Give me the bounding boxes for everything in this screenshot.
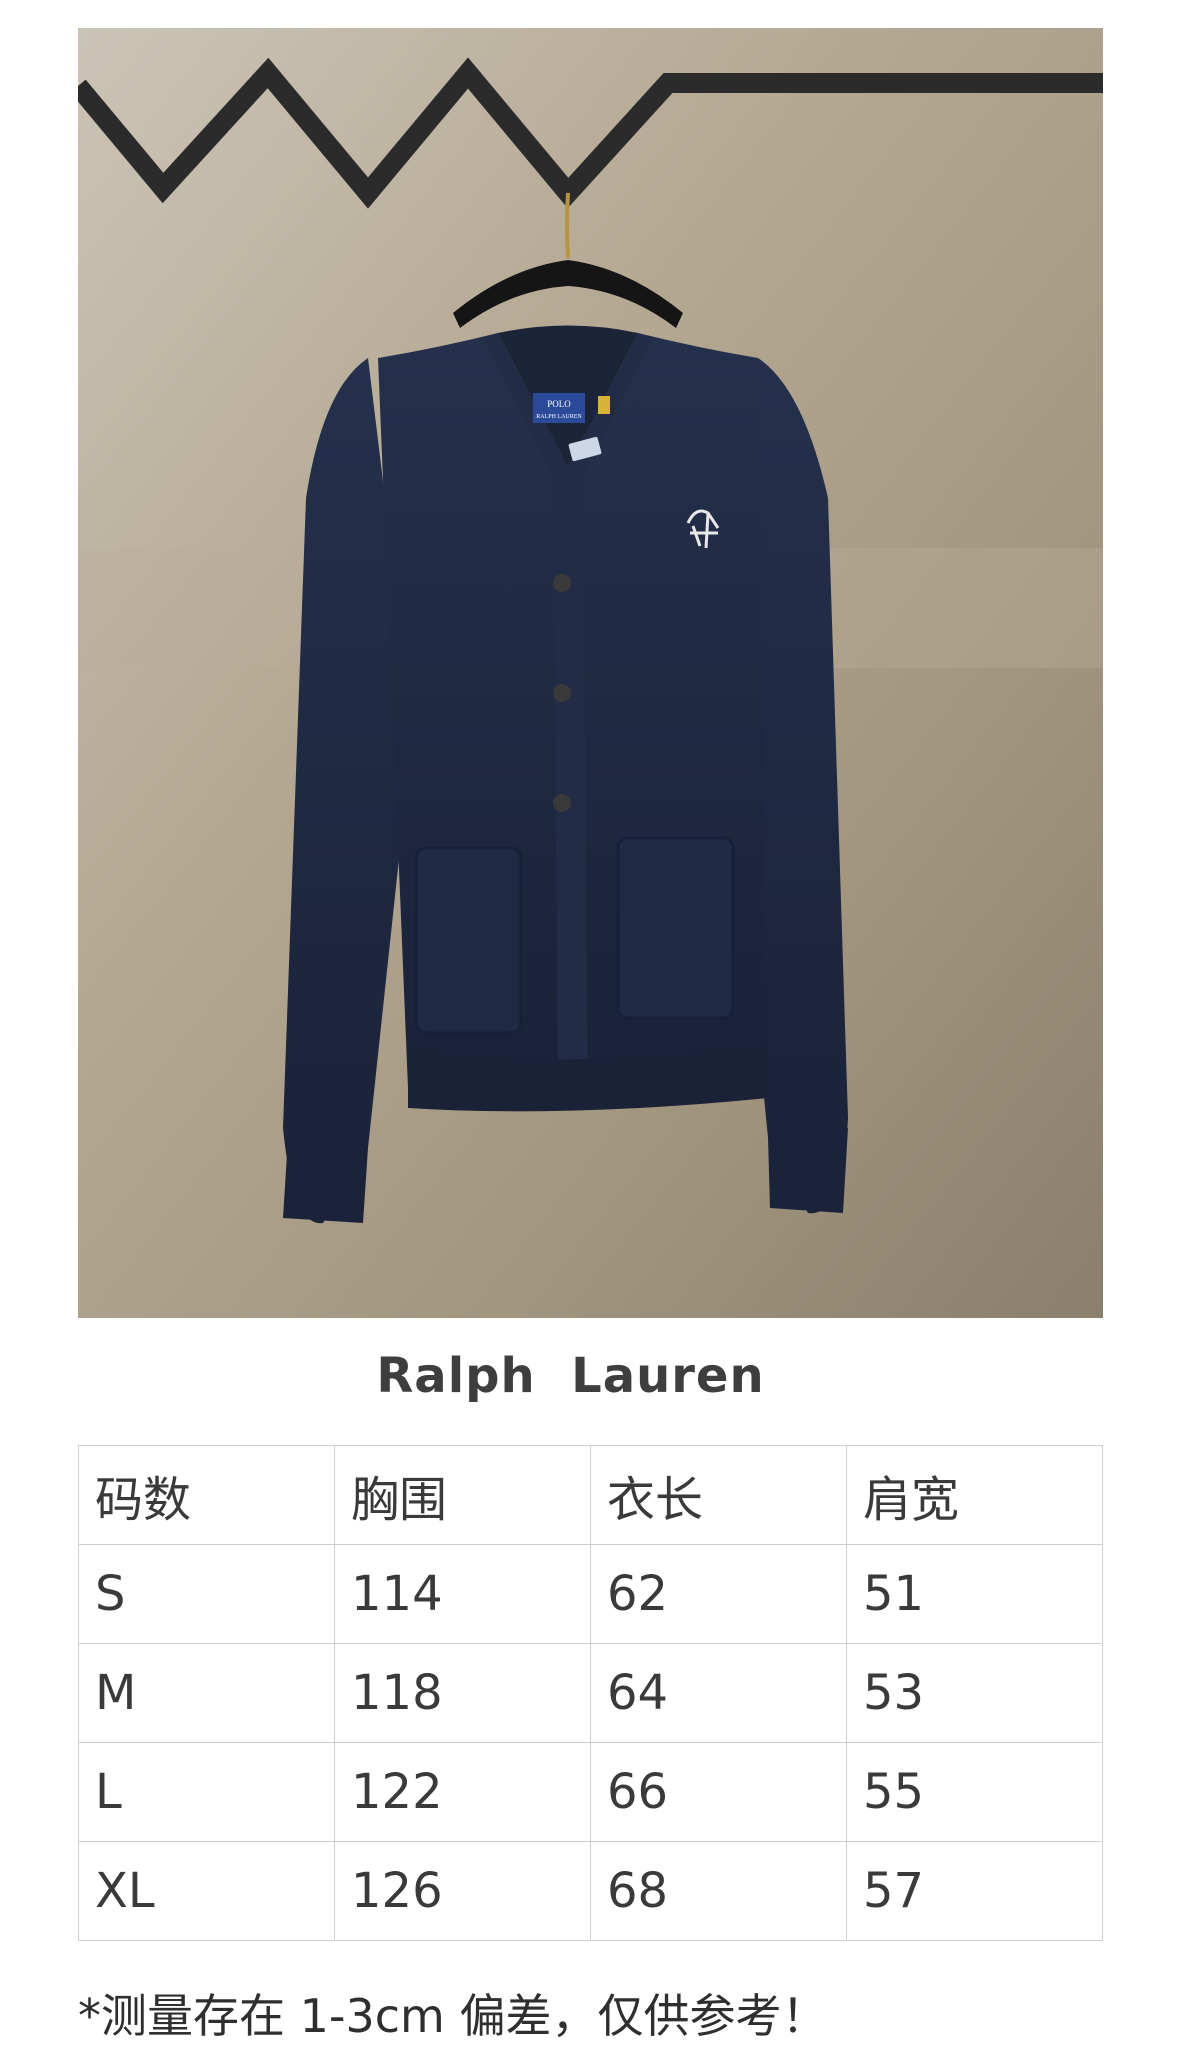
shoulder-cell: 55: [846, 1742, 1103, 1842]
measurement-disclaimer: *测量存在 1-3cm 偏差，仅供参考！: [78, 1989, 828, 2043]
cardigan-illustration: POLO RALPH LAUREN: [78, 28, 1103, 1318]
length-cell: 68: [590, 1841, 847, 1941]
table-row: L 122 66 55: [78, 1742, 1103, 1842]
table-header-row: 码数 胸围 衣长 肩宽: [78, 1445, 1103, 1545]
table-row: XL 126 68 57: [78, 1841, 1103, 1941]
chest-cell: 126: [334, 1841, 591, 1941]
length-cell: 64: [590, 1643, 847, 1743]
length-cell: 66: [590, 1742, 847, 1842]
size-cell: XL: [78, 1841, 335, 1941]
product-photo: POLO RALPH LAUREN: [78, 28, 1103, 1318]
shoulder-cell: 53: [846, 1643, 1103, 1743]
table-row: S 114 62 51: [78, 1544, 1103, 1644]
chest-cell: 118: [334, 1643, 591, 1743]
shoulder-cell: 51: [846, 1544, 1103, 1644]
size-cell: L: [78, 1742, 335, 1842]
header-cell-length: 衣长: [590, 1445, 847, 1545]
chest-cell: 122: [334, 1742, 591, 1842]
header-cell-size: 码数: [78, 1445, 335, 1545]
svg-text:RALPH LAUREN: RALPH LAUREN: [536, 414, 582, 420]
shoulder-cell: 57: [846, 1841, 1103, 1941]
chest-cell: 114: [334, 1544, 591, 1644]
table-row: M 118 64 53: [78, 1643, 1103, 1743]
size-cell: M: [78, 1643, 335, 1743]
header-cell-shoulder: 肩宽: [846, 1445, 1103, 1545]
svg-text:POLO: POLO: [547, 399, 571, 409]
brand-title: Ralph Lauren: [376, 1348, 765, 1404]
hanger-hook: [565, 192, 570, 259]
length-cell: 62: [590, 1544, 847, 1644]
size-chart-table: 码数 胸围 衣长 肩宽 S 114 62 51 M 118 64 53 L 12…: [78, 1445, 1103, 1941]
size-cell: S: [78, 1544, 335, 1644]
header-cell-chest: 胸围: [334, 1445, 591, 1545]
